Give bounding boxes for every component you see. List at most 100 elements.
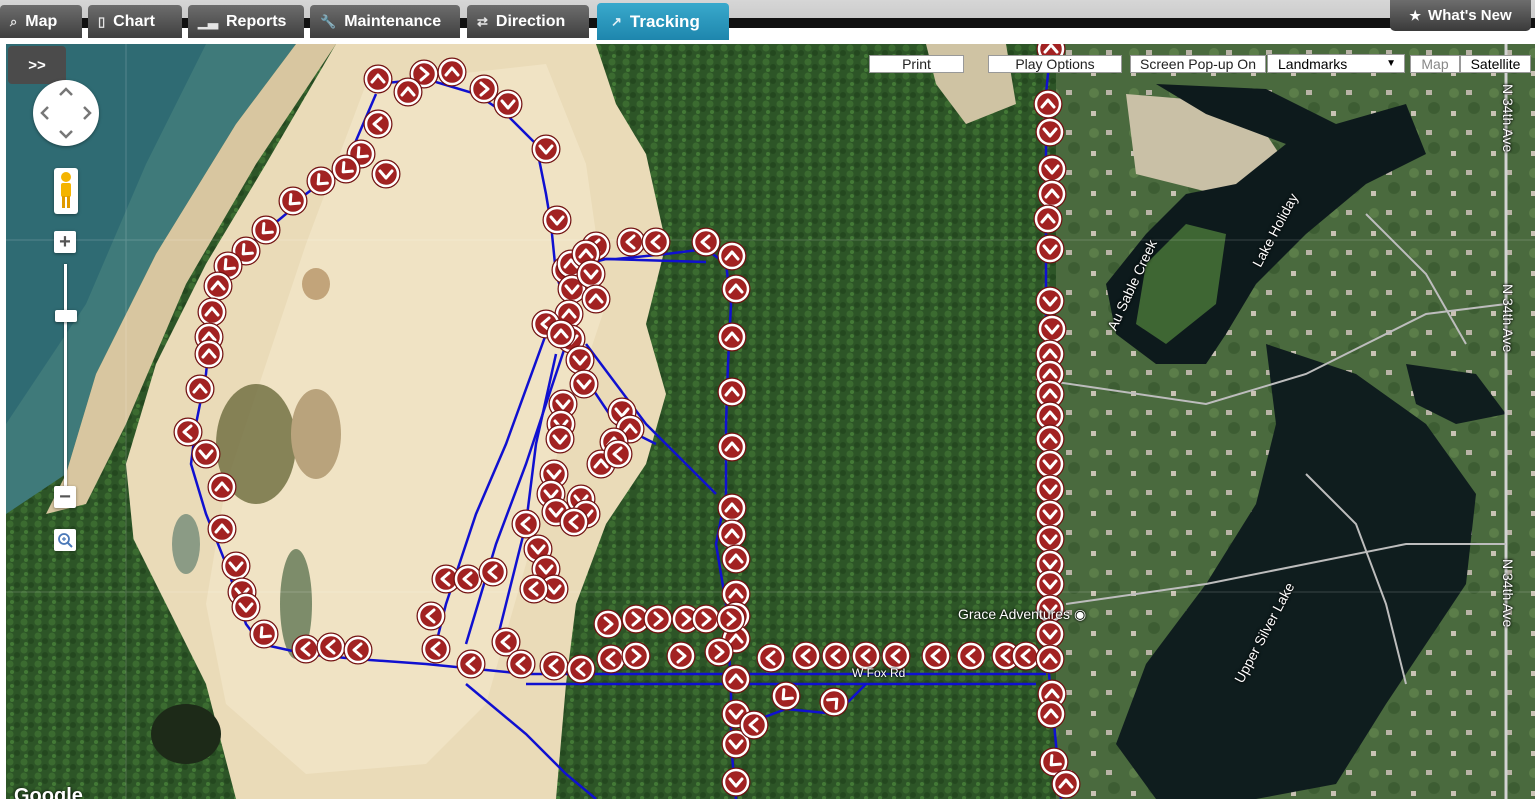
tracking-marker[interactable]: [921, 641, 951, 671]
whats-new-button[interactable]: ★ What's New: [1390, 0, 1531, 31]
tracking-marker[interactable]: [756, 643, 786, 673]
tracking-marker[interactable]: [493, 89, 523, 119]
play-options-button[interactable]: Play Options: [988, 55, 1122, 73]
tracking-marker[interactable]: [278, 186, 308, 216]
zoom-box-button[interactable]: [54, 529, 76, 551]
tracking-marker[interactable]: [691, 227, 721, 257]
tracking-marker[interactable]: [1035, 449, 1065, 479]
tracking-marker[interactable]: [531, 134, 561, 164]
zoom-slider-handle[interactable]: [55, 310, 77, 322]
tracking-marker[interactable]: [437, 57, 467, 87]
tracking-marker[interactable]: [1035, 644, 1065, 674]
tracking-marker[interactable]: [717, 377, 747, 407]
tracking-marker[interactable]: [231, 592, 261, 622]
tracking-marker[interactable]: [207, 514, 237, 544]
tracking-marker[interactable]: [316, 632, 346, 662]
tracking-marker[interactable]: [221, 551, 251, 581]
tracking-marker[interactable]: [251, 215, 281, 245]
tracking-marker[interactable]: [249, 619, 279, 649]
tracking-marker[interactable]: [207, 472, 237, 502]
tracking-marker[interactable]: [721, 544, 751, 574]
tracking-marker[interactable]: [643, 604, 673, 634]
landmarks-select[interactable]: Landmarks ▼: [1267, 54, 1405, 73]
zoom-out-button[interactable]: −: [54, 486, 76, 508]
tracking-marker[interactable]: [343, 635, 373, 665]
tab-reports[interactable]: ▁▃ Reports: [188, 5, 304, 38]
tracking-marker[interactable]: [371, 159, 401, 189]
tracking-marker[interactable]: [421, 634, 451, 664]
map-type-map-button[interactable]: Map: [1410, 55, 1460, 73]
tab-maintenance[interactable]: 🔧 Maintenance: [310, 5, 460, 38]
print-button[interactable]: Print: [869, 55, 964, 73]
tracking-marker[interactable]: [565, 345, 595, 375]
tracking-marker[interactable]: [739, 710, 769, 740]
tracking-marker[interactable]: [641, 227, 671, 257]
tracking-marker[interactable]: [173, 417, 203, 447]
tracking-marker[interactable]: [1037, 314, 1067, 344]
tracking-marker[interactable]: [569, 369, 599, 399]
tracking-marker[interactable]: [956, 641, 986, 671]
tracking-marker[interactable]: [1037, 179, 1067, 209]
tracking-marker[interactable]: [453, 564, 483, 594]
tracking-marker[interactable]: [691, 604, 721, 634]
tracking-marker[interactable]: [331, 154, 361, 184]
tracking-marker[interactable]: [593, 609, 623, 639]
tracking-marker[interactable]: [596, 644, 626, 674]
tracking-marker[interactable]: [819, 687, 849, 717]
tracking-marker[interactable]: [291, 634, 321, 664]
tracking-marker[interactable]: [717, 519, 747, 549]
tracking-marker[interactable]: [539, 651, 569, 681]
tracking-marker[interactable]: [581, 284, 611, 314]
tracking-marker[interactable]: [478, 557, 508, 587]
tracking-marker[interactable]: [717, 241, 747, 271]
tracking-marker[interactable]: [185, 374, 215, 404]
tracking-marker[interactable]: [721, 664, 751, 694]
tracking-marker[interactable]: [621, 641, 651, 671]
tracking-marker[interactable]: [546, 319, 576, 349]
tracking-marker[interactable]: [576, 259, 606, 289]
tracking-marker[interactable]: [716, 604, 746, 634]
tracking-marker[interactable]: [194, 339, 224, 369]
tracking-marker[interactable]: [717, 322, 747, 352]
tracking-marker[interactable]: [1035, 569, 1065, 599]
screen-popup-toggle[interactable]: Screen Pop-up On: [1130, 55, 1266, 73]
tracking-marker[interactable]: [717, 493, 747, 523]
tracking-marker[interactable]: [559, 507, 589, 537]
tracking-marker[interactable]: [545, 424, 575, 454]
tracking-marker[interactable]: [363, 64, 393, 94]
tracking-marker[interactable]: [469, 74, 499, 104]
tracking-marker[interactable]: [771, 681, 801, 711]
zoom-slider-track[interactable]: [64, 264, 67, 494]
tracking-marker[interactable]: [717, 432, 747, 462]
tracking-marker[interactable]: [203, 271, 233, 301]
tracking-marker[interactable]: [566, 654, 596, 684]
tracking-marker[interactable]: [791, 641, 821, 671]
pan-control[interactable]: [33, 80, 99, 146]
tracking-marker[interactable]: [721, 274, 751, 304]
tracking-marker[interactable]: [1035, 234, 1065, 264]
tracking-marker[interactable]: [721, 767, 751, 797]
tracking-marker[interactable]: [542, 205, 572, 235]
tracking-marker[interactable]: [1035, 474, 1065, 504]
tracking-marker[interactable]: [306, 166, 336, 196]
tracking-marker[interactable]: [363, 109, 393, 139]
tracking-marker[interactable]: [511, 509, 541, 539]
tracking-marker[interactable]: [1036, 699, 1066, 729]
map-type-satellite-button[interactable]: Satellite: [1460, 55, 1531, 73]
tracking-marker[interactable]: [1033, 204, 1063, 234]
tracking-marker[interactable]: [1035, 524, 1065, 554]
tracking-marker[interactable]: [191, 439, 221, 469]
tracking-marker[interactable]: [1033, 89, 1063, 119]
tracking-marker[interactable]: [1035, 286, 1065, 316]
tracking-marker[interactable]: [1035, 117, 1065, 147]
zoom-in-button[interactable]: +: [54, 231, 76, 253]
tracking-marker[interactable]: [416, 601, 446, 631]
tracking-marker[interactable]: [393, 77, 423, 107]
tracking-marker[interactable]: [456, 649, 486, 679]
tracking-marker[interactable]: [1051, 769, 1081, 799]
tracking-marker[interactable]: [1035, 499, 1065, 529]
expand-panel-button[interactable]: >>: [8, 46, 66, 84]
tracking-marker[interactable]: [1035, 424, 1065, 454]
tracking-marker[interactable]: [821, 641, 851, 671]
street-view-pegman[interactable]: [54, 168, 78, 214]
